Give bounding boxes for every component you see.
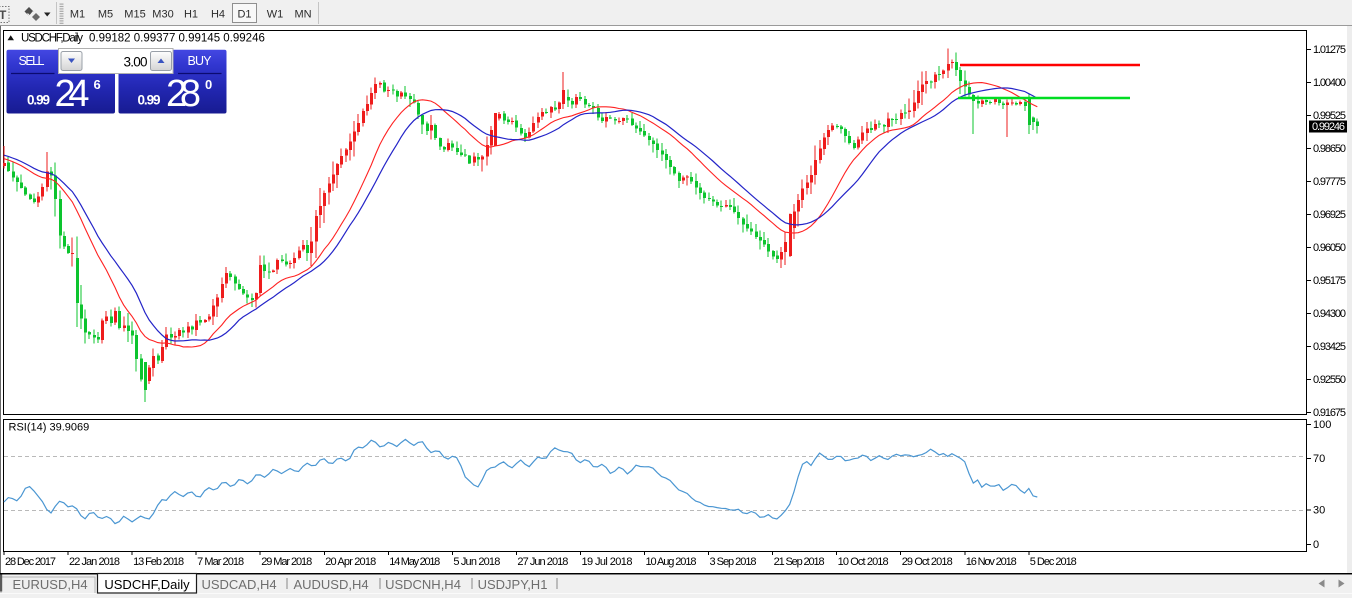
svg-text:21 Sep 2018: 21 Sep 2018 — [774, 556, 825, 568]
svg-text:0.98650: 0.98650 — [1313, 143, 1346, 155]
svg-text:MN: MN — [294, 9, 311, 21]
svg-text:1.00400: 1.00400 — [1313, 77, 1346, 89]
svg-text:19 Jul 2018: 19 Jul 2018 — [581, 556, 632, 568]
svg-text:5 Dec 2018: 5 Dec 2018 — [1030, 556, 1077, 568]
svg-text:30: 30 — [1313, 505, 1325, 517]
svg-text:USDCAD,H4: USDCAD,H4 — [201, 577, 276, 592]
svg-text:0.94300: 0.94300 — [1313, 308, 1346, 320]
svg-text:H1: H1 — [184, 9, 198, 21]
svg-text:29 Mar 2018: 29 Mar 2018 — [261, 556, 312, 568]
svg-text:14 May 2018: 14 May 2018 — [389, 556, 440, 568]
svg-text:USDCHF,Daily: USDCHF,Daily — [104, 577, 190, 592]
svg-text:M5: M5 — [98, 9, 113, 21]
svg-text:AUDUSD,H4: AUDUSD,H4 — [293, 577, 368, 592]
svg-text:70: 70 — [1313, 453, 1325, 465]
svg-text:10 Aug 2018: 10 Aug 2018 — [646, 556, 697, 568]
svg-text:5 Jun 2018: 5 Jun 2018 — [453, 556, 500, 568]
svg-text:EURUSD,H4: EURUSD,H4 — [12, 577, 87, 592]
svg-text:3.00: 3.00 — [124, 55, 148, 70]
svg-text:16 Nov 2018: 16 Nov 2018 — [966, 556, 1017, 568]
svg-text:SELL: SELL — [19, 54, 45, 68]
svg-text:0: 0 — [205, 77, 212, 92]
svg-text:USDCNH,H4: USDCNH,H4 — [385, 577, 461, 592]
svg-text:24: 24 — [55, 73, 90, 115]
svg-text:M15: M15 — [124, 9, 145, 21]
svg-text:100: 100 — [1313, 419, 1331, 431]
svg-text:USDJPY,H1: USDJPY,H1 — [478, 577, 548, 592]
svg-text:27 Jun 2018: 27 Jun 2018 — [517, 556, 568, 568]
svg-text:M1: M1 — [70, 9, 85, 21]
svg-text:0.93425: 0.93425 — [1313, 341, 1346, 353]
svg-text:T: T — [0, 8, 7, 22]
svg-text:10 Oct 2018: 10 Oct 2018 — [838, 556, 889, 568]
svg-text:BUY: BUY — [188, 54, 213, 68]
svg-text:0: 0 — [1313, 539, 1319, 551]
svg-text:22 Jan 2018: 22 Jan 2018 — [69, 556, 120, 568]
svg-text:0.96925: 0.96925 — [1313, 209, 1346, 221]
svg-text:W1: W1 — [267, 9, 284, 21]
svg-text:0.99246: 0.99246 — [1312, 121, 1345, 133]
svg-text:0.96050: 0.96050 — [1313, 242, 1346, 254]
svg-text:0.95175: 0.95175 — [1313, 275, 1346, 287]
svg-text:6: 6 — [94, 77, 101, 92]
svg-text:7 Mar 2018: 7 Mar 2018 — [197, 556, 244, 568]
svg-text:M30: M30 — [152, 9, 173, 21]
svg-text:0.97775: 0.97775 — [1313, 176, 1346, 188]
svg-text:3 Sep 2018: 3 Sep 2018 — [710, 556, 757, 568]
svg-text:D1: D1 — [237, 9, 251, 21]
svg-text:RSI(14) 39.9069: RSI(14) 39.9069 — [9, 422, 90, 434]
svg-text:H4: H4 — [211, 9, 225, 21]
svg-text:20 Apr 2018: 20 Apr 2018 — [325, 556, 376, 568]
svg-text:13 Feb 2018: 13 Feb 2018 — [133, 556, 184, 568]
svg-text:1.01275: 1.01275 — [1313, 44, 1346, 56]
svg-text:USDCHF,Daily: USDCHF,Daily — [21, 33, 83, 45]
svg-text:0.99182 0.99377 0.99145 0.9924: 0.99182 0.99377 0.99145 0.99246 — [89, 33, 265, 45]
svg-text:28: 28 — [166, 73, 201, 115]
svg-text:0.99: 0.99 — [138, 93, 161, 108]
svg-text:0.99: 0.99 — [27, 93, 50, 108]
svg-text:29 Oct 2018: 29 Oct 2018 — [902, 556, 953, 568]
svg-text:0.92550: 0.92550 — [1313, 374, 1346, 386]
svg-text:0.91675: 0.91675 — [1313, 407, 1346, 419]
svg-text:28 Dec 2017: 28 Dec 2017 — [5, 556, 56, 568]
